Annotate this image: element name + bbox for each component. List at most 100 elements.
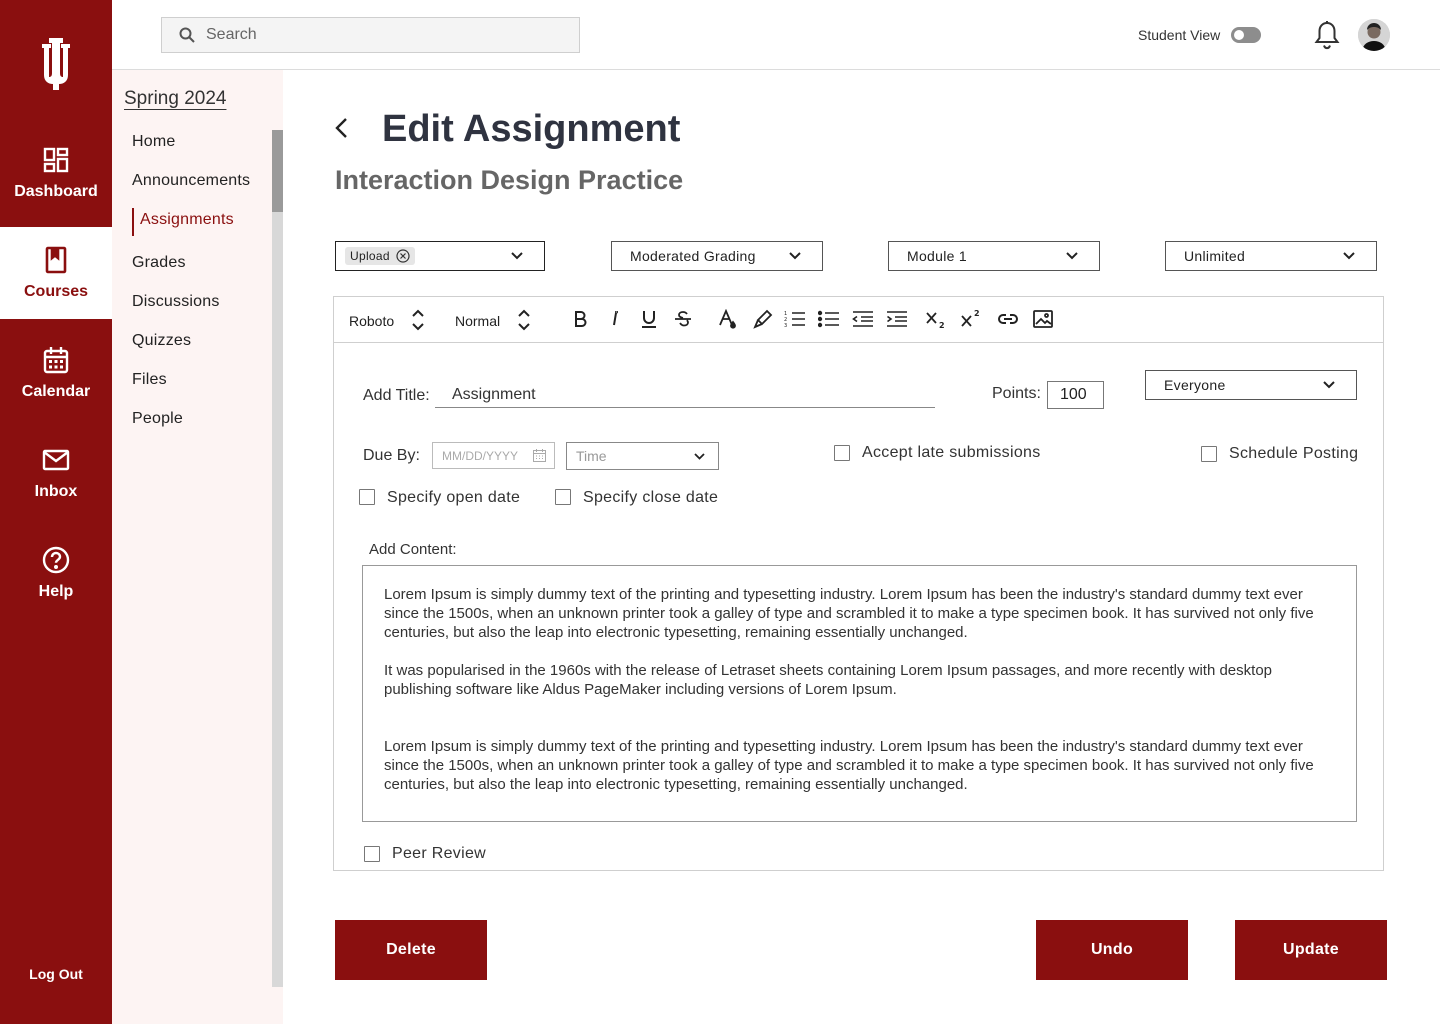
course-nav-discussions[interactable]: Discussions [132, 293, 220, 311]
open-date-label: Specify open date [387, 489, 521, 506]
due-date-placeholder: MM/DD/YYYY [442, 448, 519, 463]
attempts-value: Unlimited [1184, 248, 1246, 264]
text-color-icon[interactable] [716, 307, 740, 331]
chevron-down-icon [511, 252, 523, 260]
font-family-select[interactable]: Roboto [349, 313, 394, 329]
chevron-down-icon [694, 453, 705, 460]
points-input[interactable] [1047, 381, 1104, 409]
course-nav-people[interactable]: People [132, 410, 183, 428]
logout-link[interactable]: Log Out [0, 966, 112, 982]
rail-courses-label: Courses [23, 283, 89, 300]
underline-icon[interactable] [637, 307, 661, 331]
schedule-posting-checkbox[interactable] [1201, 446, 1217, 462]
rail-calendar[interactable]: Calendar [0, 327, 112, 419]
page-title: Edit Assignment [382, 108, 681, 150]
attempts-select[interactable]: Unlimited [1165, 241, 1377, 271]
title-input[interactable] [435, 383, 935, 408]
content-paragraph: Lorem Ipsum is simply dummy text of the … [384, 738, 1314, 793]
rail-inbox-label: Inbox [34, 483, 78, 500]
rail-inbox[interactable]: Inbox [0, 427, 112, 519]
superscript-icon[interactable]: 2 [959, 307, 983, 331]
bell-icon[interactable] [1314, 20, 1340, 50]
remove-tag-icon[interactable] [396, 249, 410, 263]
page-subtitle: Interaction Design Practice [335, 165, 684, 195]
close-date-checkbox[interactable] [555, 489, 571, 505]
chevron-down-icon [1066, 252, 1078, 260]
delete-button[interactable]: Delete [335, 920, 487, 980]
content-paragraph: It was popularised in the 1960s with the… [384, 662, 1273, 698]
module-value: Module 1 [907, 248, 967, 264]
calendar-icon[interactable] [533, 449, 546, 462]
search-box[interactable] [161, 17, 580, 53]
avatar[interactable] [1358, 19, 1390, 51]
due-time-placeholder: Time [576, 448, 607, 464]
svg-text:2: 2 [974, 309, 980, 318]
subscript-icon[interactable]: 2 [924, 307, 948, 331]
points-label: Points: [992, 385, 1041, 402]
italic-icon[interactable] [603, 307, 627, 331]
undo-button[interactable]: Undo [1036, 920, 1188, 980]
image-icon[interactable] [1031, 307, 1055, 331]
chevron-down-icon [1343, 252, 1355, 260]
indent-icon[interactable] [885, 307, 909, 331]
link-icon[interactable] [996, 307, 1020, 331]
course-nav: Spring 2024 Home Announcements Assignmen… [112, 70, 283, 1024]
highlight-icon[interactable] [751, 307, 775, 331]
title-label: Add Title: [363, 387, 430, 404]
module-select[interactable]: Module 1 [888, 241, 1100, 271]
calendar-icon [41, 345, 71, 375]
trident-logo[interactable] [36, 38, 76, 90]
content-textarea[interactable]: Lorem Ipsum is simply dummy text of the … [362, 565, 1357, 822]
accept-late-checkbox[interactable] [834, 445, 850, 461]
audience-value: Everyone [1164, 377, 1226, 393]
update-button[interactable]: Update [1235, 920, 1387, 980]
rail-dashboard[interactable]: Dashboard [0, 127, 112, 219]
course-nav-grades[interactable]: Grades [132, 254, 186, 272]
top-bar: Student View [112, 0, 1440, 70]
scrollbar-thumb[interactable] [272, 130, 283, 212]
font-family-stepper-icon[interactable] [411, 309, 425, 331]
course-nav-quizzes[interactable]: Quizzes [132, 332, 191, 350]
back-arrow-icon[interactable] [333, 116, 351, 140]
grading-select[interactable]: Moderated Grading [611, 241, 823, 271]
chevron-down-icon [1323, 381, 1335, 389]
toggle-knob [1234, 30, 1244, 40]
svg-text:3: 3 [784, 323, 787, 328]
content-label: Add Content: [369, 541, 457, 558]
bold-icon[interactable] [568, 307, 592, 331]
audience-select[interactable]: Everyone [1145, 370, 1357, 400]
mail-icon [41, 445, 71, 475]
rail-calendar-label: Calendar [21, 383, 91, 400]
student-view-toggle[interactable] [1231, 27, 1261, 43]
due-time-select[interactable]: Time [566, 442, 719, 470]
term-link[interactable]: Spring 2024 [124, 88, 226, 110]
strikethrough-icon[interactable] [671, 307, 695, 331]
due-by-label: Due By: [363, 447, 420, 464]
student-view-label: Student View [1138, 27, 1221, 43]
course-nav-scrollbar[interactable] [272, 130, 283, 987]
numbered-list-icon[interactable]: 123 [783, 307, 807, 331]
search-icon [179, 27, 195, 43]
book-icon [41, 245, 71, 275]
course-nav-home[interactable]: Home [132, 133, 175, 151]
rail-help[interactable]: Help [0, 527, 112, 619]
peer-review-label: Peer Review [392, 845, 487, 862]
outdent-icon[interactable] [851, 307, 875, 331]
open-date-checkbox[interactable] [359, 489, 375, 505]
rail-dashboard-label: Dashboard [14, 183, 98, 200]
course-nav-assignments[interactable]: Assignments [132, 208, 234, 236]
global-nav-rail: Dashboard Courses Calendar Inbox Help Lo… [0, 0, 112, 1024]
text-style-select[interactable]: Normal [455, 313, 500, 329]
peer-review-checkbox[interactable] [364, 846, 380, 862]
upload-tag-label: Upload [350, 249, 390, 263]
rail-courses[interactable]: Courses [0, 227, 112, 319]
search-input[interactable] [206, 26, 566, 44]
course-nav-announcements[interactable]: Announcements [132, 172, 250, 190]
bullet-list-icon[interactable] [817, 307, 841, 331]
assignment-editor: Roboto Normal 123 2 2 Add Title: Assignm… [333, 296, 1384, 871]
text-style-stepper-icon[interactable] [517, 309, 531, 331]
submission-type-select[interactable]: Upload [335, 241, 545, 271]
due-date-input[interactable]: MM/DD/YYYY [432, 442, 555, 469]
close-date-label: Specify close date [583, 489, 719, 506]
course-nav-files[interactable]: Files [132, 371, 167, 389]
